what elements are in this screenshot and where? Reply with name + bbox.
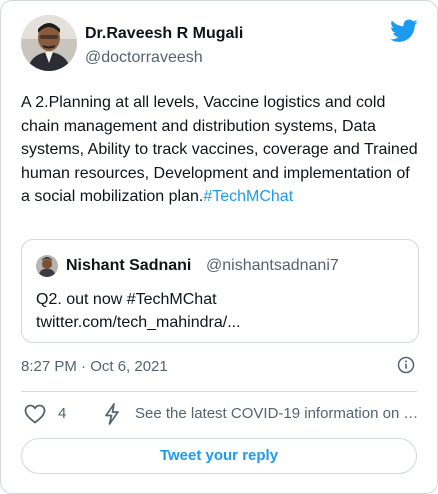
quoted-tweet-link: twitter.com/tech_mahindra/...	[36, 314, 241, 331]
like-count[interactable]: 4	[58, 405, 66, 422]
author-avatar[interactable]	[21, 15, 77, 71]
hashtag-link[interactable]: #TechMChat	[203, 188, 293, 205]
tweet-reply-button[interactable]: Tweet your reply	[21, 438, 417, 474]
tweet-text: A 2.Planning at all levels, Vaccine logi…	[21, 91, 421, 209]
quoted-tweet-text: Q2. out now #TechMChat twitter.com/tech_…	[36, 288, 241, 334]
quoted-author-avatar	[36, 255, 58, 277]
quoted-tweet-line: Q2. out now #TechMChat	[36, 291, 217, 308]
tweet-card: Dr.Raveesh R Mugali @doctorraveesh A 2.P…	[0, 0, 438, 494]
quoted-tweet[interactable]: Nishant Sadnani @nishantsadnani7 Q2. out…	[21, 239, 419, 343]
info-icon[interactable]	[397, 356, 415, 374]
author-name[interactable]: Dr.Raveesh R Mugali	[85, 25, 243, 43]
author-handle[interactable]: @doctorraveesh	[85, 49, 203, 67]
quoted-author-handle: @nishantsadnani7	[206, 257, 339, 274]
twitter-bird-icon[interactable]	[390, 19, 418, 43]
covid-info-link[interactable]: See the latest COVID-19 information on T…	[135, 405, 419, 422]
heart-icon[interactable]	[23, 402, 47, 426]
quoted-author-name: Nishant Sadnani	[66, 257, 192, 274]
divider	[21, 391, 417, 392]
tweet-timestamp[interactable]: 8:27 PM · Oct 6, 2021	[21, 358, 168, 375]
lightning-bolt-icon	[101, 402, 123, 426]
